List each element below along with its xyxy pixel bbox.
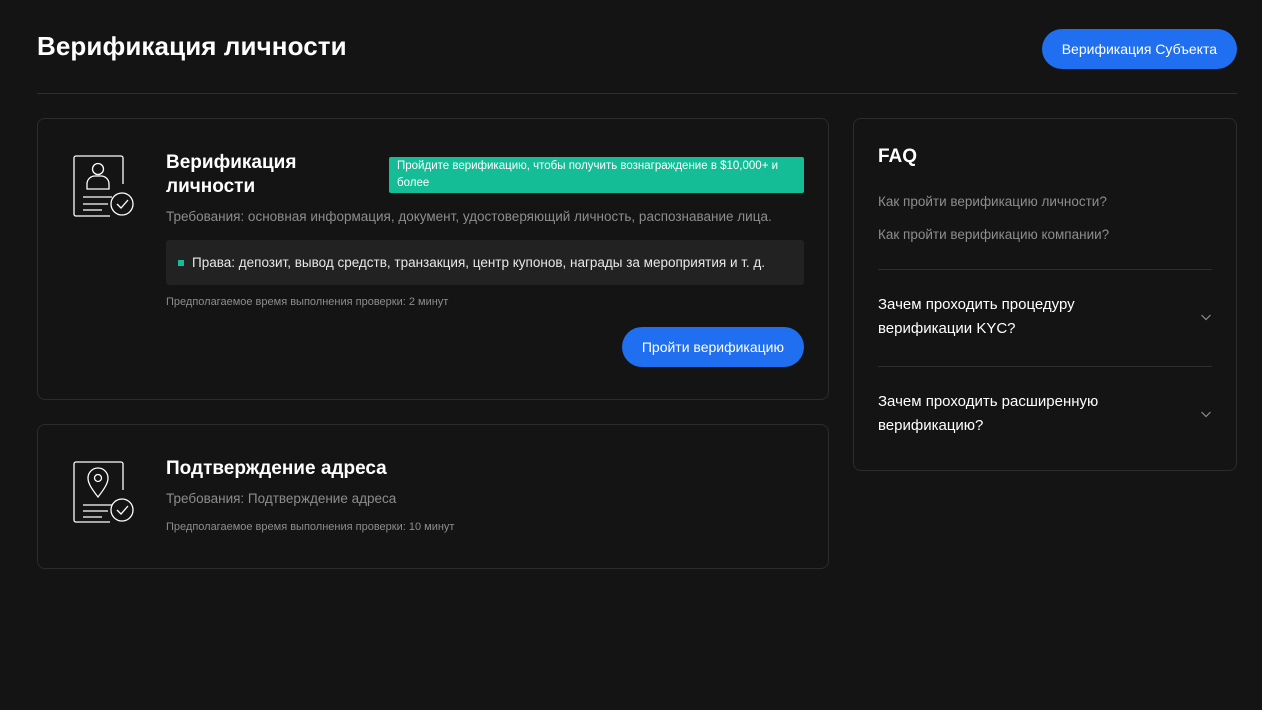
- address-card-title: Подтверждение адреса: [166, 458, 387, 479]
- rights-box: Права: депозит, вывод средств, транзакци…: [166, 240, 804, 285]
- divider: [878, 366, 1212, 367]
- page-title: Верификация личности: [37, 31, 347, 61]
- faq-title: FAQ: [878, 146, 918, 167]
- address-verification-card: Подтверждение адреса Требования: Подтвер…: [37, 424, 829, 569]
- chevron-down-icon: [1201, 314, 1211, 321]
- address-eta: Предполагаемое время выполнения проверки…: [166, 521, 455, 533]
- address-requirements: Требования: Подтверждение адреса: [166, 491, 397, 506]
- faq-question: Зачем проходить расширенную верификацию?: [878, 393, 1099, 434]
- faq-accordion-advanced[interactable]: Зачем проходить расширенную верификацию?: [878, 390, 1212, 438]
- chevron-down-icon: [1201, 411, 1211, 418]
- faq-link-company[interactable]: Как пройти верификацию компании?: [878, 227, 1109, 242]
- identity-verification-card: Верификация личности Пройдите верификаци…: [37, 118, 829, 400]
- identity-card-title: Верификация личности: [166, 152, 297, 197]
- faq-accordion-kyc[interactable]: Зачем проходить процедуру верификации KY…: [878, 293, 1212, 341]
- start-verification-button[interactable]: Пройти верификацию: [621, 327, 804, 367]
- divider: [878, 269, 1212, 270]
- faq-panel: FAQ Как пройти верификацию личности? Как…: [853, 118, 1237, 471]
- identity-eta: Предполагаемое время выполнения проверки…: [166, 296, 449, 308]
- faq-question: Зачем проходить процедуру верификации KY…: [878, 296, 1075, 337]
- faq-link-identity[interactable]: Как пройти верификацию личности?: [878, 194, 1107, 209]
- bullet-marker: [178, 259, 184, 266]
- location-document-check-icon: [73, 461, 134, 523]
- rights-text: Права: депозит, вывод средств, транзакци…: [192, 255, 766, 270]
- page-header: Верификация личности Верификация Субъект…: [37, 0, 1237, 94]
- identity-requirements: Требования: основная информация, докумен…: [166, 209, 772, 224]
- reward-badge: Пройдите верификацию, чтобы получить воз…: [389, 157, 804, 193]
- id-card-check-icon: [73, 155, 134, 217]
- entity-verification-button[interactable]: Верификация Субъекта: [1041, 29, 1237, 69]
